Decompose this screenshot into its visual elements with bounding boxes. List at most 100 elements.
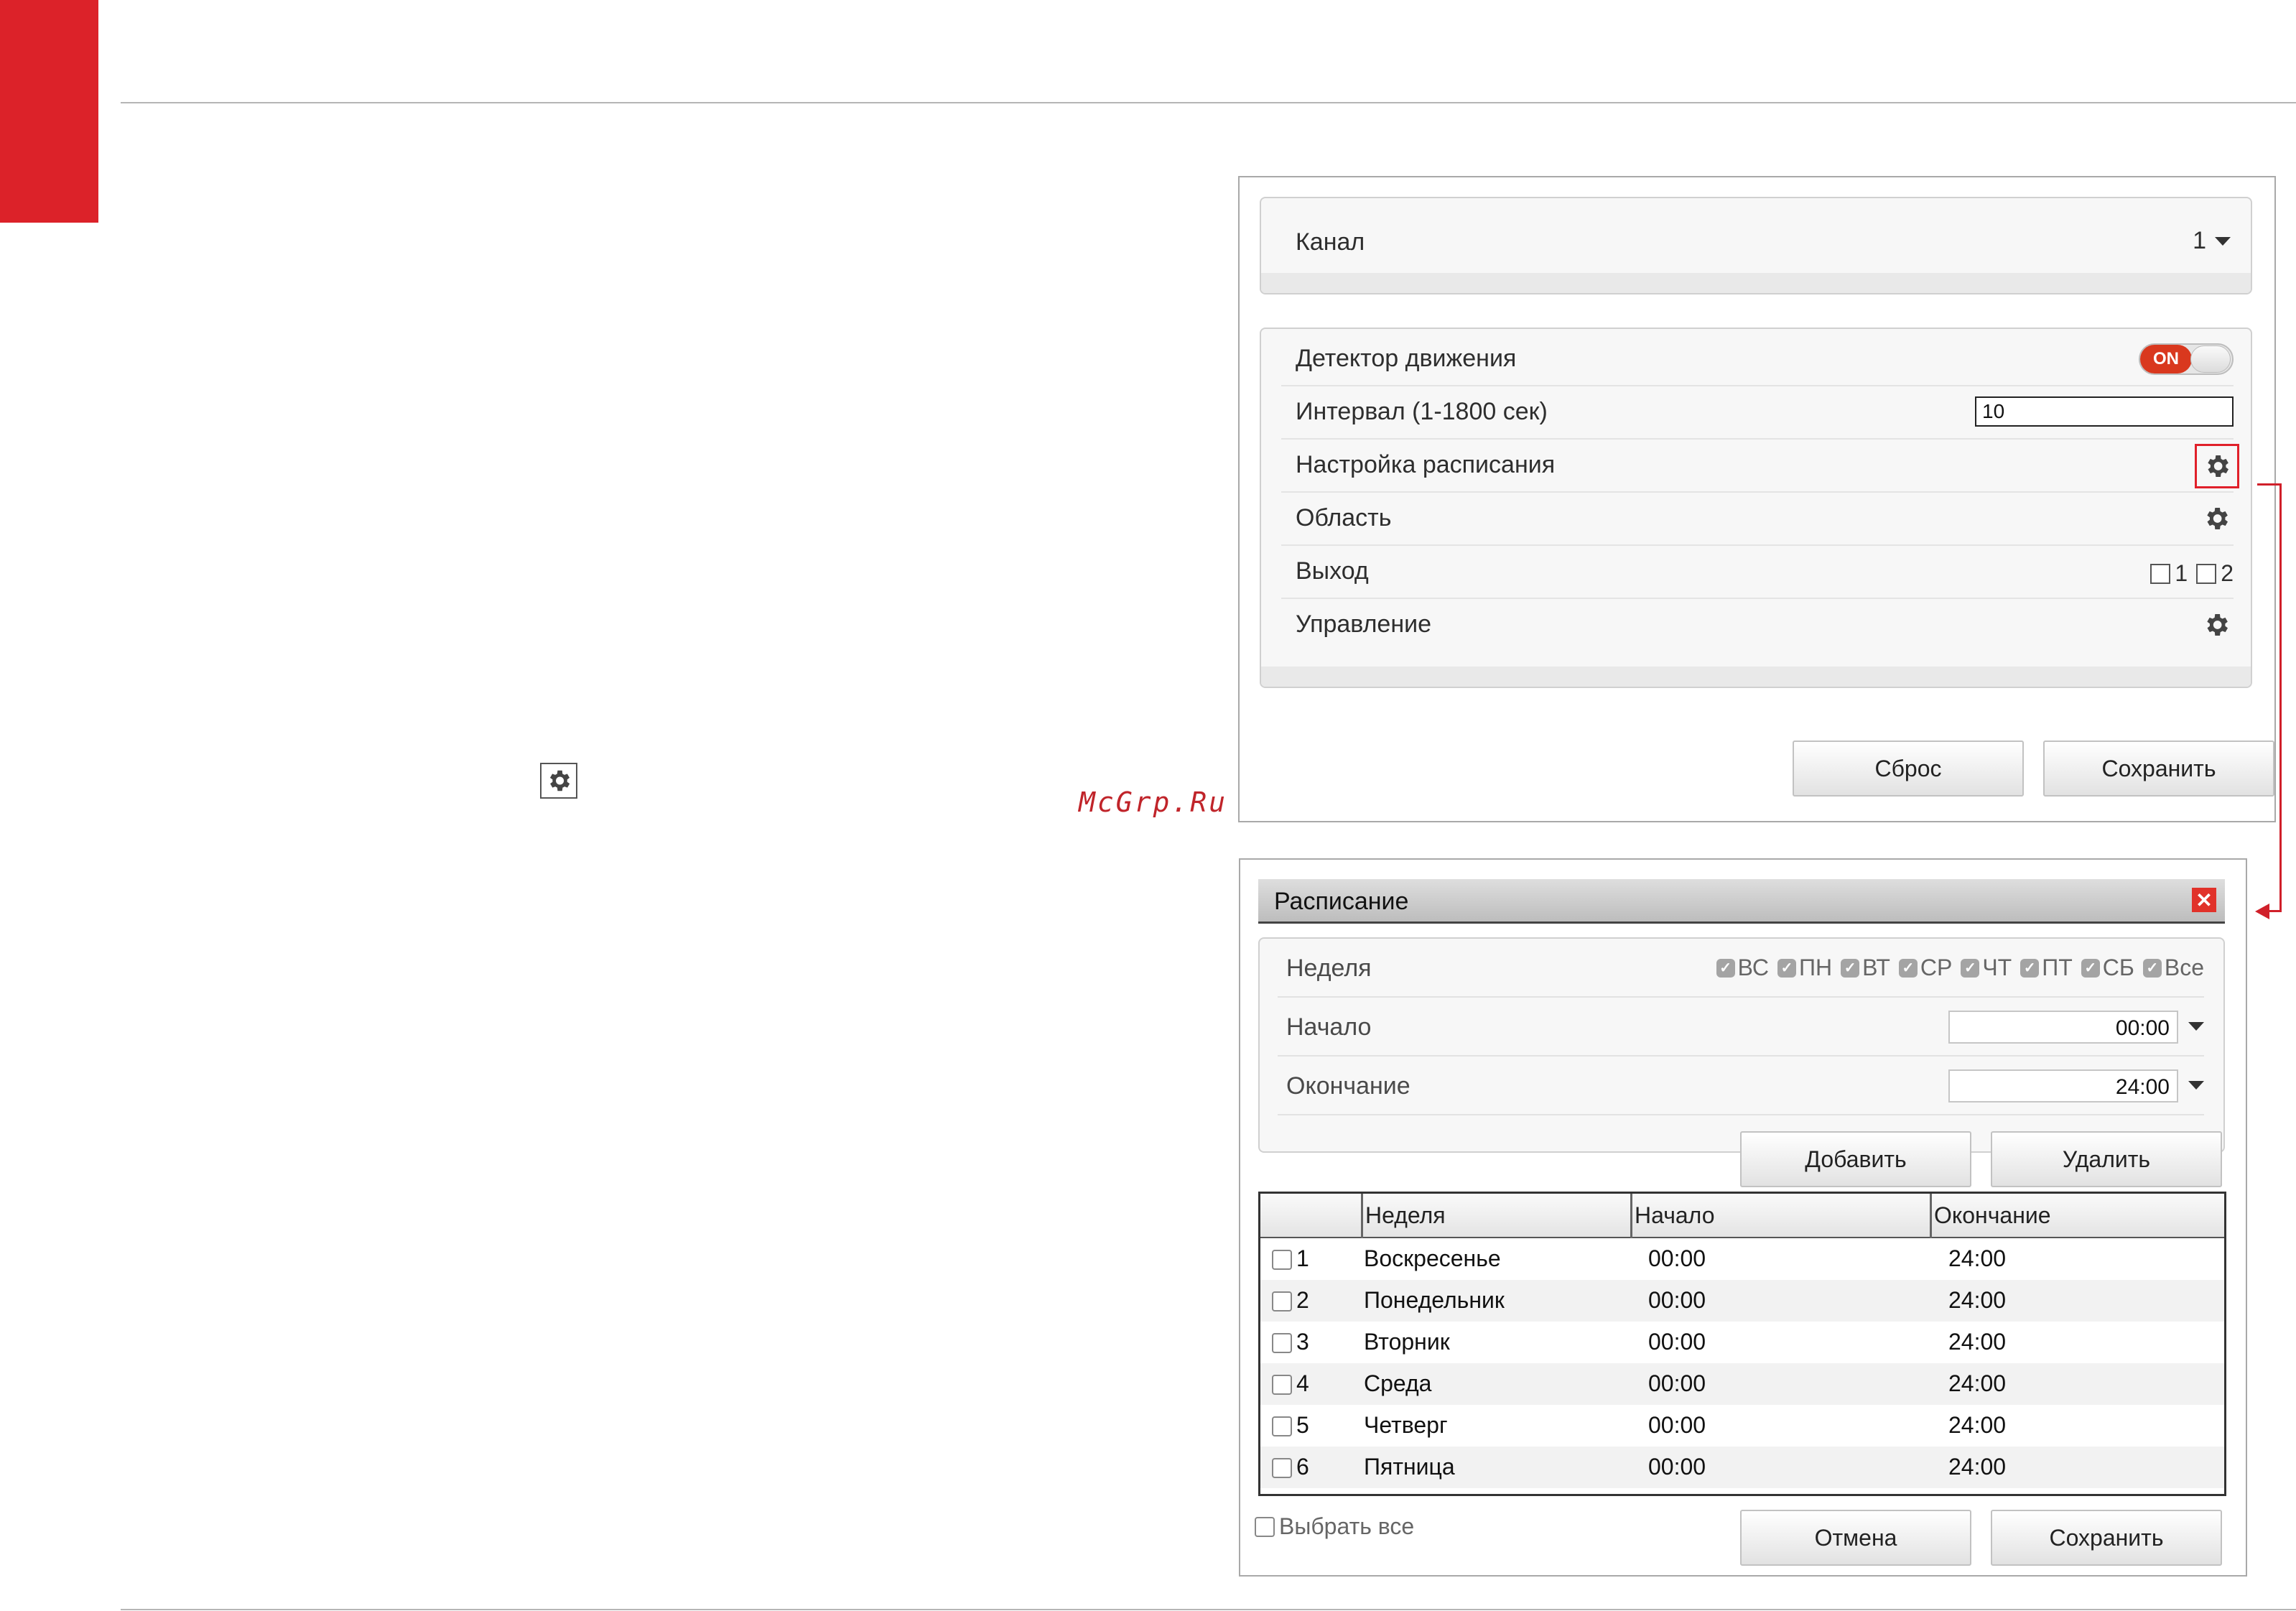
row-end: 24:00	[1948, 1454, 2007, 1480]
start-time-field[interactable]: 00:00	[1948, 1011, 2178, 1044]
week-row: Неделя ✓ ВС ✓ ПН ✓ ВТ ✓ СР ✓ ЧТ ✓ ПТ ✓ СБ ✓ Все	[1278, 939, 2204, 998]
start-row: Начало 00:00	[1278, 998, 2204, 1057]
row-day: Понедельник	[1364, 1287, 1505, 1313]
caret-down-icon[interactable]	[2188, 1081, 2204, 1090]
row-start: 00:00	[1648, 1412, 1706, 1438]
output-1-checkbox[interactable]	[2150, 563, 2171, 584]
table-row[interactable]: 5 Четверг 00:00 24:00	[1260, 1405, 2224, 1447]
motion-detector-row: Детектор движения ON	[1281, 333, 2234, 386]
box-footer	[1261, 273, 2251, 293]
day-checkbox[interactable]: ✓	[1961, 958, 1980, 978]
row-day: Среда	[1364, 1370, 1432, 1396]
day-checkbox[interactable]: ✓	[2142, 958, 2162, 978]
row-day: Пятница	[1364, 1454, 1455, 1480]
day-checkbox-group: ✓ ВС ✓ ПН ✓ ВТ ✓ СР ✓ ЧТ ✓ ПТ ✓ СБ ✓ Все	[1708, 955, 2204, 981]
day-checkbox[interactable]: ✓	[2081, 958, 2100, 978]
output-2-checkbox[interactable]	[2196, 563, 2217, 584]
box-footer	[1261, 667, 2251, 687]
channel-select[interactable]: 1	[2193, 227, 2231, 255]
select-all-checkbox[interactable]: Выбрать все	[1255, 1513, 1414, 1540]
row-checkbox[interactable]	[1272, 1250, 1292, 1270]
control-gear-icon[interactable]	[2199, 608, 2234, 642]
table-row[interactable]: 4 Среда 00:00 24:00	[1260, 1363, 2224, 1405]
output-1-label: 1	[2175, 560, 2188, 586]
header-start[interactable]: Начало	[1635, 1202, 1715, 1229]
reset-button[interactable]: Сброс	[1793, 740, 2024, 797]
control-label: Управление	[1296, 610, 1432, 638]
delete-button[interactable]: Удалить	[1991, 1131, 2222, 1187]
table-row[interactable]: 1 Воскресенье 00:00 24:00	[1260, 1238, 2224, 1280]
day-checkbox[interactable]: ✓	[1841, 958, 1860, 978]
row-checkbox[interactable]	[1272, 1333, 1292, 1353]
row-checkbox[interactable]	[1272, 1458, 1292, 1478]
caret-down-icon	[2215, 236, 2231, 246]
dialog-title-bar: Расписание ✕	[1258, 879, 2225, 924]
start-label: Начало	[1286, 1013, 1372, 1041]
save-button[interactable]: Сохранить	[2043, 740, 2274, 797]
row-day: Четверг	[1364, 1412, 1448, 1438]
cancel-button[interactable]: Отмена	[1740, 1510, 1971, 1566]
settings-box: Детектор движения ON Интервал (1-1800 се…	[1260, 328, 2252, 688]
header-end[interactable]: Окончание	[1934, 1202, 2051, 1229]
channel-label: Канал	[1296, 228, 1365, 256]
row-end: 24:00	[1948, 1370, 2007, 1396]
day-checkbox[interactable]: ✓	[1777, 958, 1797, 978]
schedule-dialog: Расписание ✕ Неделя ✓ ВС ✓ ПН ✓ ВТ ✓ СР ✓ ЧТ ✓ ПТ ✓ С…	[1239, 858, 2247, 1577]
row-day: Вторник	[1364, 1329, 1450, 1355]
row-number: 3	[1296, 1329, 1309, 1355]
schedule-gear-icon[interactable]	[2195, 444, 2239, 488]
area-gear-icon[interactable]	[2199, 501, 2234, 536]
control-row: Управление	[1281, 599, 2234, 652]
table-row[interactable]: 2 Понедельник 00:00 24:00	[1260, 1280, 2224, 1322]
arrow-left-icon	[2255, 904, 2269, 919]
day-label: ЧТ	[1982, 955, 2012, 980]
end-time-field[interactable]: 24:00	[1948, 1069, 2178, 1102]
day-label: ВТ	[1862, 955, 1890, 980]
table-row[interactable]: 3 Вторник 00:00 24:00	[1260, 1322, 2224, 1363]
row-number: 2	[1296, 1287, 1309, 1313]
close-icon[interactable]: ✕	[2192, 888, 2216, 912]
column-separator	[1630, 1194, 1632, 1238]
day-checkbox[interactable]: ✓	[2020, 958, 2040, 978]
select-all-label: Выбрать все	[1279, 1513, 1415, 1539]
inline-gear-icon	[540, 763, 577, 799]
row-checkbox[interactable]	[1272, 1291, 1292, 1311]
day-label: СБ	[2102, 955, 2134, 980]
table-row[interactable]: 6 Пятница 00:00 24:00	[1260, 1447, 2224, 1488]
row-number: 6	[1296, 1454, 1309, 1480]
schedule-table: Неделя Начало Окончание 1 Воскресенье 00:0…	[1258, 1192, 2226, 1496]
row-end: 24:00	[1948, 1329, 2007, 1355]
row-day: Воскресенье	[1364, 1245, 1501, 1271]
channel-value: 1	[2193, 227, 2206, 254]
row-checkbox[interactable]	[1272, 1416, 1292, 1436]
interval-input[interactable]	[1975, 396, 2234, 427]
day-label: Все	[2164, 955, 2204, 980]
checkbox[interactable]	[1255, 1516, 1275, 1537]
day-checkbox[interactable]: ✓	[1898, 958, 1918, 978]
interval-row: Интервал (1-1800 сек)	[1281, 386, 2234, 440]
end-row: Окончание 24:00	[1278, 1057, 2204, 1115]
add-button[interactable]: Добавить	[1740, 1131, 1971, 1187]
day-label: ПТ	[2042, 955, 2073, 980]
row-end: 24:00	[1948, 1245, 2007, 1271]
toggle-on-label: ON	[2140, 345, 2192, 373]
day-checkbox[interactable]: ✓	[1716, 958, 1735, 978]
column-separator	[1361, 1194, 1363, 1238]
red-corner-tab	[0, 0, 98, 223]
caret-down-icon[interactable]	[2188, 1022, 2204, 1031]
output-2-label: 2	[2221, 560, 2234, 586]
week-label: Неделя	[1286, 955, 1372, 982]
save-schedule-button[interactable]: Сохранить	[1991, 1510, 2222, 1566]
row-number: 5	[1296, 1412, 1309, 1438]
watermark: McGrp.Ru	[1079, 786, 1228, 818]
schedule-row: Настройка расписания	[1281, 440, 2239, 493]
output-label: Выход	[1296, 557, 1369, 585]
row-checkbox[interactable]	[1272, 1375, 1292, 1395]
connector-line	[2257, 483, 2281, 486]
interval-label: Интервал (1-1800 сек)	[1296, 398, 1548, 425]
output-row: Выход 1 2	[1281, 546, 2234, 599]
row-number: 1	[1296, 1245, 1309, 1271]
header-week[interactable]: Неделя	[1365, 1202, 1446, 1229]
motion-toggle[interactable]: ON	[2139, 343, 2234, 375]
schedule-label: Настройка расписания	[1296, 451, 1556, 478]
